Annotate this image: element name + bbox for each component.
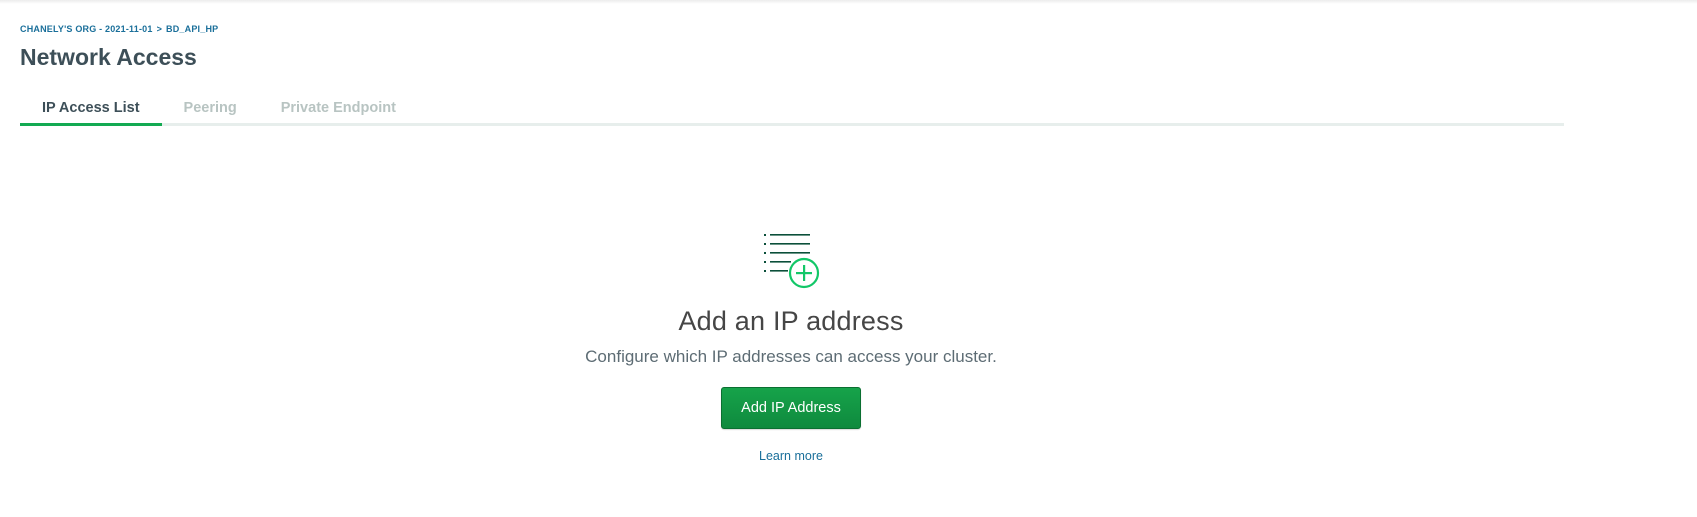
tab-peering[interactable]: Peering bbox=[162, 94, 259, 126]
add-ip-address-button[interactable]: Add IP Address bbox=[721, 387, 861, 429]
page-title: Network Access bbox=[20, 44, 197, 70]
empty-state-title: Add an IP address bbox=[678, 306, 904, 336]
empty-state-description: Configure which IP addresses can access … bbox=[585, 347, 997, 366]
breadcrumb-project-link[interactable]: BD_API_HP bbox=[166, 24, 218, 34]
tab-ip-access-list[interactable]: IP Access List bbox=[20, 94, 162, 126]
list-add-icon bbox=[764, 234, 820, 289]
network-access-page: CHANELY'S ORG - 2021-11-01 > BD_API_HP Net… bbox=[0, 0, 1697, 517]
learn-more-link[interactable]: Learn more bbox=[759, 449, 823, 463]
breadcrumb-org-link[interactable]: CHANELY'S ORG - 2021-11-01 bbox=[20, 24, 153, 34]
tab-bar: IP Access List Peering Private Endpoint bbox=[20, 94, 1564, 126]
tab-private-endpoint[interactable]: Private Endpoint bbox=[259, 94, 418, 126]
breadcrumb: CHANELY'S ORG - 2021-11-01 > BD_API_HP bbox=[20, 24, 218, 34]
breadcrumb-separator: > bbox=[156, 24, 163, 34]
empty-state: Add an IP address Configure which IP add… bbox=[0, 230, 1582, 463]
